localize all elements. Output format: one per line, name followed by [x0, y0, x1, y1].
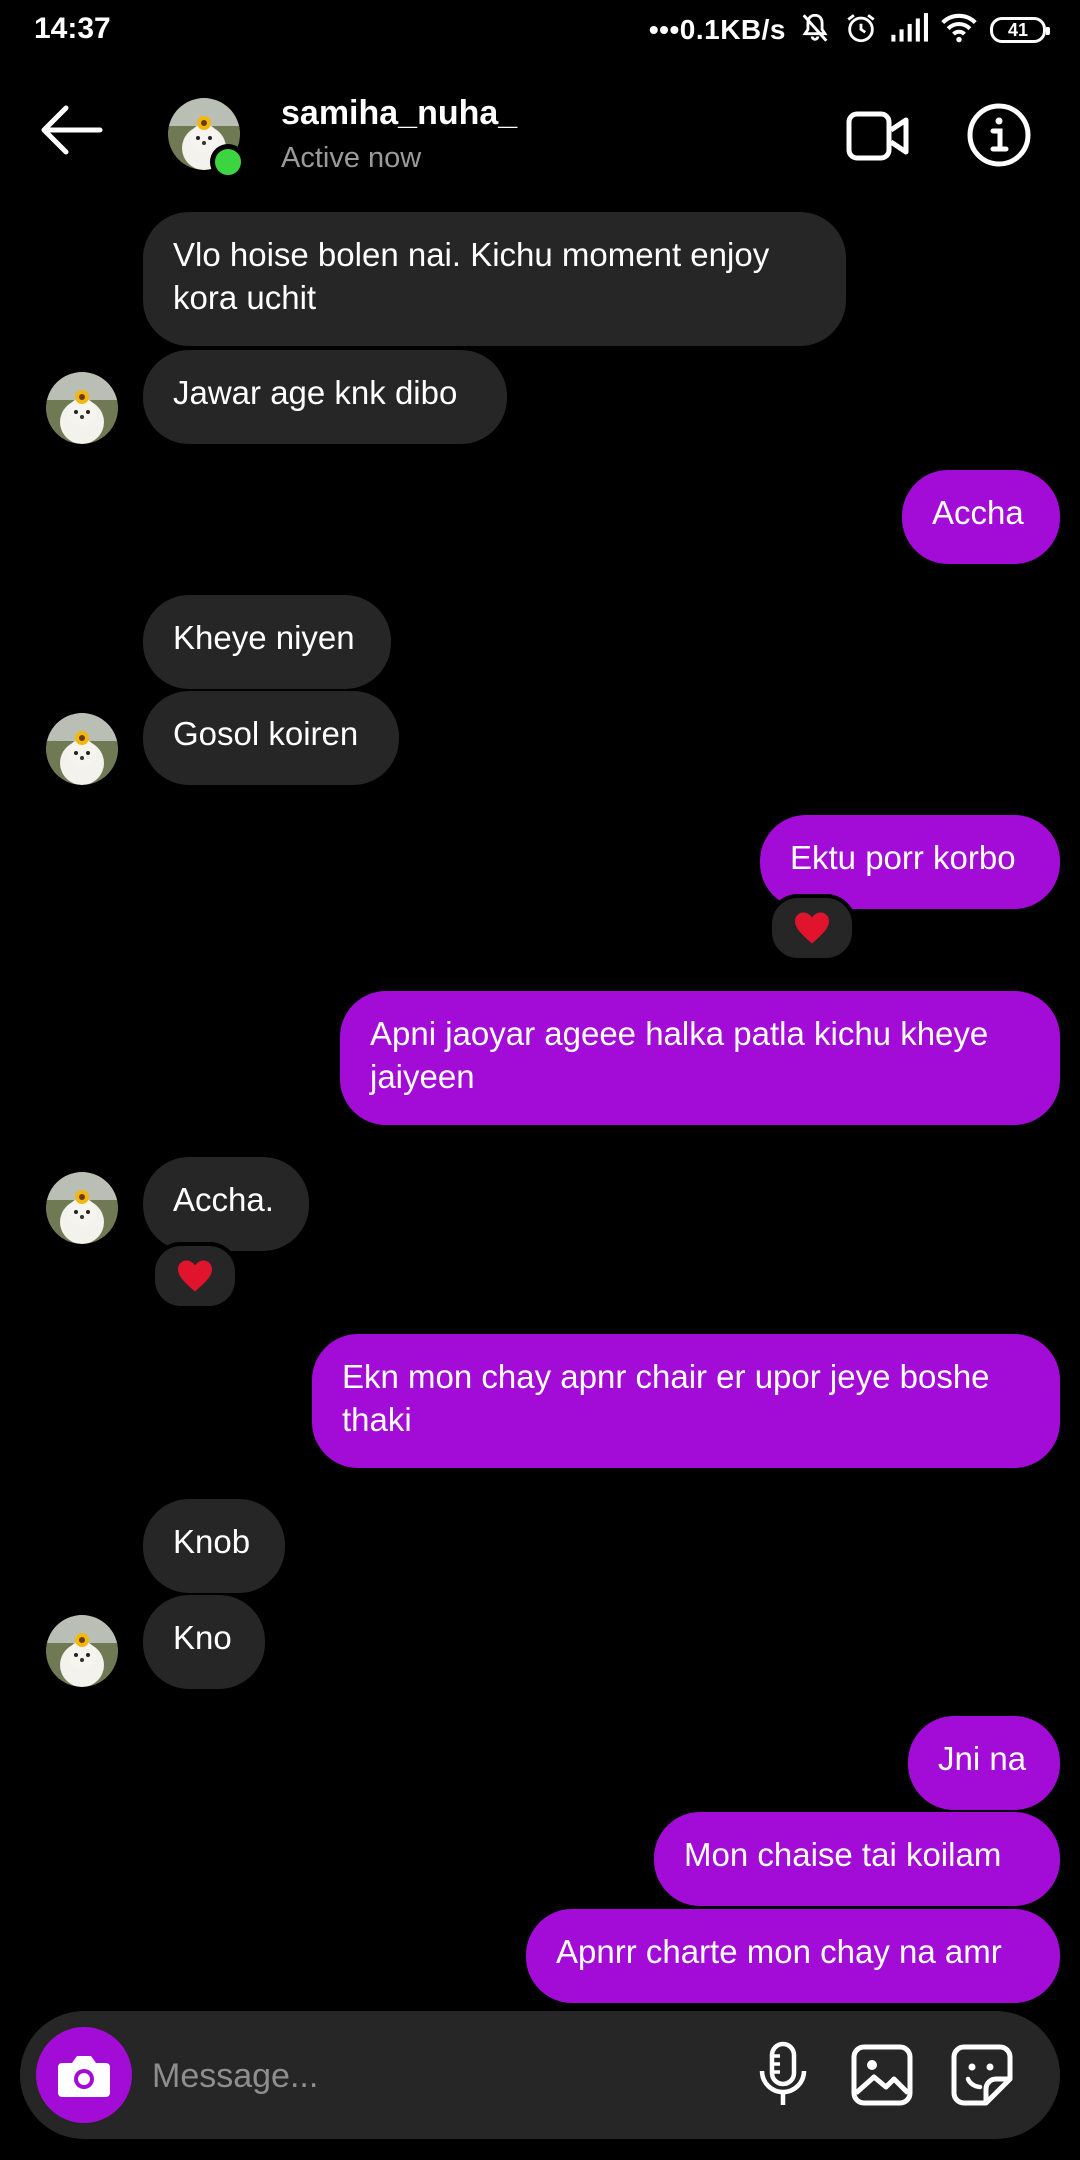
wifi-icon [940, 13, 978, 48]
info-icon [967, 103, 1031, 167]
status-time: 14:37 [34, 12, 111, 45]
voice-message-button[interactable] [752, 2041, 814, 2109]
arrow-left-icon [41, 105, 103, 155]
avatar[interactable] [46, 713, 118, 785]
incoming-message[interactable]: Gosol koiren [143, 691, 399, 785]
online-indicator [210, 144, 246, 180]
battery-icon: 41 [990, 17, 1050, 43]
info-button[interactable] [966, 102, 1032, 168]
outgoing-message[interactable]: Ekn mon chay apnr chair er upor jeye bos… [312, 1334, 1060, 1468]
avatar[interactable] [46, 1172, 118, 1244]
message-composer [20, 2011, 1060, 2139]
status-icons: •••0.1KB/s 41 [648, 10, 1050, 50]
video-call-button[interactable] [846, 108, 910, 164]
incoming-message[interactable]: Accha. [143, 1157, 309, 1251]
incoming-message[interactable]: Kheye niyen [143, 595, 391, 689]
chat-username[interactable]: samiha_nuha_ [281, 94, 517, 133]
camera-button[interactable] [36, 2027, 132, 2123]
outgoing-message[interactable]: Apnrr charte mon chay na amr [526, 1909, 1060, 2003]
alarm-icon [844, 11, 878, 50]
outgoing-message[interactable]: Apni jaoyar ageee halka patla kichu khey… [340, 991, 1060, 1125]
avatar[interactable] [46, 372, 118, 444]
chat-header: samiha_nuha_ Active now [0, 62, 1080, 212]
status-bar: 14:37 •••0.1KB/s 41 [0, 0, 1080, 62]
mute-icon [798, 11, 832, 50]
outgoing-message[interactable]: Jni na [908, 1716, 1060, 1810]
avatar[interactable] [46, 1615, 118, 1687]
sticker-button[interactable] [950, 2043, 1014, 2107]
camera-icon [58, 2056, 110, 2097]
incoming-message[interactable]: Vlo hoise bolen nai. Kichu moment enjoy … [143, 212, 846, 346]
incoming-message[interactable]: Kno [143, 1595, 265, 1689]
video-camera-icon [846, 111, 909, 161]
message-input[interactable] [150, 2045, 694, 2107]
message-reaction[interactable] [151, 1242, 239, 1310]
incoming-message[interactable]: Jawar age knk dibo [143, 350, 507, 444]
outgoing-message[interactable]: Accha [902, 470, 1060, 564]
heart-icon [793, 911, 831, 945]
incoming-message[interactable]: Knob [143, 1499, 285, 1593]
active-status: Active now [281, 142, 422, 174]
microphone-icon [759, 2041, 807, 2105]
network-speed: •••0.1KB/s [648, 14, 786, 45]
gallery-button[interactable] [850, 2043, 914, 2107]
message-reaction[interactable] [768, 894, 856, 962]
signal-icon [890, 12, 928, 48]
heart-icon [176, 1259, 214, 1293]
sticker-icon [951, 2044, 1013, 2106]
outgoing-message[interactable]: Mon chaise tai koilam [654, 1812, 1060, 1906]
back-button[interactable] [36, 102, 106, 158]
image-icon [851, 2044, 913, 2106]
